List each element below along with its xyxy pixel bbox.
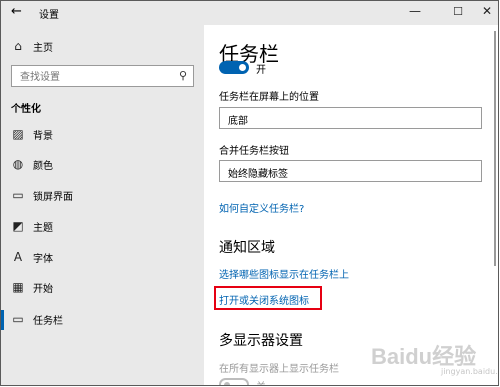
close-button[interactable]: ✕ xyxy=(477,4,497,18)
position-label: 任务栏在屏幕上的位置 xyxy=(219,92,319,103)
combine-value: 始终隐藏标签 xyxy=(228,169,288,180)
sidebar-item-label: 主题 xyxy=(33,223,53,234)
home-icon: ⌂ xyxy=(14,39,22,53)
search-input[interactable] xyxy=(18,68,172,86)
show-all-displays-toggle[interactable] xyxy=(219,378,249,385)
window-title: 设置 xyxy=(39,10,59,21)
sidebar-item-label: 锁屏界面 xyxy=(33,192,73,203)
combine-label: 合并任务栏按钮 xyxy=(219,146,289,157)
toggle-state-label: 开 xyxy=(256,65,266,76)
sidebar-item-lock-screen[interactable]: ▭ 锁屏界面 xyxy=(1,184,204,208)
settings-window: ← 设置 — ☐ ✕ ⌂ 主页 ⚲ 个性化 ▨ 背景 ◍ 颜色 ▭ 锁屏界面 ◩… xyxy=(0,0,499,386)
taskbar-icon: ▭ xyxy=(12,312,24,326)
combine-dropdown[interactable]: 始终隐藏标签 xyxy=(219,160,482,182)
section-title: 个性化 xyxy=(11,104,41,115)
customize-taskbar-link[interactable]: 如何自定义任务栏? xyxy=(219,200,304,215)
palette-icon: ◍ xyxy=(12,157,24,171)
theme-icon: ◩ xyxy=(12,219,24,233)
sidebar-item-label: 任务栏 xyxy=(33,316,63,327)
sidebar-item-label: 主页 xyxy=(33,43,53,54)
sidebar-item-background[interactable]: ▨ 背景 xyxy=(1,123,204,147)
sidebar-item-label: 背景 xyxy=(33,131,53,142)
title-bar: ← 设置 — ☐ ✕ xyxy=(1,1,498,25)
sidebar-item-fonts[interactable]: A 字体 xyxy=(1,246,204,270)
minimize-button[interactable]: — xyxy=(405,4,425,18)
position-dropdown[interactable]: 底部 xyxy=(219,107,482,129)
system-icons-link[interactable]: 打开或关闭系统图标 xyxy=(219,292,309,307)
toggle-knob xyxy=(224,382,230,385)
sidebar-item-themes[interactable]: ◩ 主题 xyxy=(1,215,204,239)
active-indicator xyxy=(1,310,4,330)
main-content: 任务栏 开 任务栏在屏幕上的位置 底部 合并任务栏按钮 始终隐藏标签 如何自定义… xyxy=(204,25,498,385)
lock-taskbar-toggle[interactable] xyxy=(219,61,249,74)
sidebar-item-label: 开始 xyxy=(33,284,53,295)
notification-area-heading: 通知区域 xyxy=(219,240,275,256)
show-all-displays-label: 在所有显示器上显示任务栏 xyxy=(219,364,339,375)
start-icon: ▦ xyxy=(12,280,24,294)
image-icon: ▨ xyxy=(12,127,24,141)
search-field[interactable]: ⚲ xyxy=(11,65,194,87)
sidebar-item-colors[interactable]: ◍ 颜色 xyxy=(1,153,204,177)
watermark-url: jingyan.baidu.com xyxy=(441,367,498,376)
toggle-state-label: 关 xyxy=(256,378,266,385)
lock-screen-icon: ▭ xyxy=(12,188,24,202)
sidebar-item-home[interactable]: ⌂ 主页 xyxy=(1,35,204,59)
back-arrow-icon[interactable]: ← xyxy=(11,4,22,19)
sidebar-item-start[interactable]: ▦ 开始 xyxy=(1,276,204,300)
search-icon[interactable]: ⚲ xyxy=(179,69,187,82)
sidebar: ⌂ 主页 ⚲ 个性化 ▨ 背景 ◍ 颜色 ▭ 锁屏界面 ◩ 主题 A 字体 xyxy=(1,25,204,385)
sidebar-item-taskbar[interactable]: ▭ 任务栏 xyxy=(1,308,204,332)
sidebar-item-label: 字体 xyxy=(33,254,53,265)
maximize-button[interactable]: ☐ xyxy=(448,5,468,18)
scrollbar[interactable] xyxy=(494,31,496,266)
select-icons-link[interactable]: 选择哪些图标显示在任务栏上 xyxy=(219,266,349,281)
toggle-knob xyxy=(239,64,246,71)
sidebar-item-label: 颜色 xyxy=(33,161,53,172)
font-icon: A xyxy=(13,250,23,264)
position-value: 底部 xyxy=(228,116,248,127)
multi-display-heading: 多显示器设置 xyxy=(219,333,303,349)
